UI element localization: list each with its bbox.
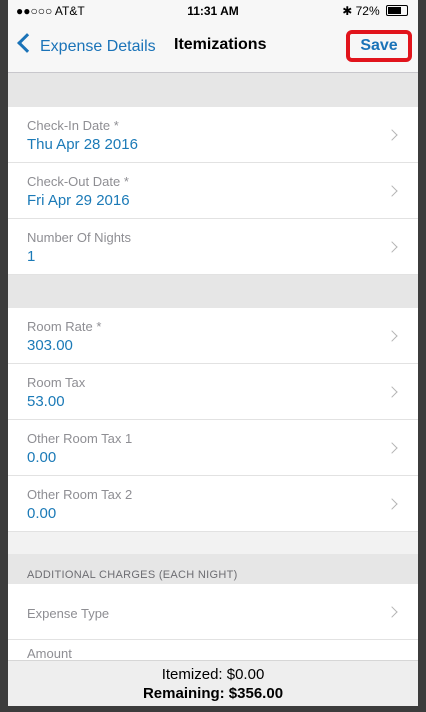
remaining-total: Remaining: $356.00 — [142, 685, 284, 702]
field-label: Room Rate * — [27, 319, 102, 334]
field-label: Check-In Date * — [27, 118, 119, 133]
chevron-right-icon — [386, 386, 398, 398]
battery-icon — [386, 5, 408, 16]
save-button[interactable]: Save — [346, 30, 412, 62]
chevron-right-icon — [386, 129, 398, 141]
field-row[interactable]: Other Room Tax 1 0.00 — [8, 420, 418, 476]
chevron-right-icon — [386, 241, 398, 253]
amount-label: Amount — [27, 646, 72, 661]
field-value: 53.00 — [27, 393, 65, 410]
section-header-label: ADDITIONAL CHARGES (EACH NIGHT) — [27, 569, 238, 581]
app-screen: ●●○○○ AT&T 11:31 AM ✱ 72% Expense Detail… — [8, 0, 418, 706]
field-label: Room Tax — [27, 375, 86, 390]
chevron-left-icon — [17, 33, 37, 53]
chevron-right-icon — [386, 442, 398, 454]
chevron-right-icon — [386, 185, 398, 197]
field-label: Other Room Tax 2 — [27, 487, 133, 502]
field-label: Other Room Tax 1 — [27, 431, 133, 446]
battery-percent: 72% — [355, 4, 380, 18]
itemized-total: Itemized: $0.00 — [161, 666, 265, 683]
field-value: Thu Apr 28 2016 — [27, 136, 138, 153]
field-row[interactable]: Room Tax 53.00 — [8, 364, 418, 420]
back-label: Expense Details — [40, 38, 156, 55]
chevron-right-icon — [386, 606, 398, 618]
bluetooth-icon: ✱ — [342, 4, 353, 18]
field-row[interactable]: Number Of Nights 1 — [8, 219, 418, 275]
back-button[interactable]: Expense Details — [17, 33, 156, 56]
field-label: Number Of Nights — [27, 230, 132, 245]
field-value: 0.00 — [27, 449, 57, 466]
expense-type-row[interactable]: Expense Type — [8, 584, 418, 640]
field-label: Check-Out Date * — [27, 174, 129, 189]
chevron-right-icon — [386, 330, 398, 342]
field-value: 303.00 — [27, 337, 73, 354]
field-value: 0.00 — [27, 505, 57, 522]
navigation-bar: Expense Details Itemizations Save — [8, 22, 418, 73]
field-value: Fri Apr 29 2016 — [27, 192, 130, 209]
battery-indicator: ✱ 72% — [342, 4, 408, 18]
additional-charges-header: ADDITIONAL CHARGES (EACH NIGHT) — [8, 554, 418, 584]
itemization-summary: Itemized: $0.00 Remaining: $356.00 — [8, 660, 418, 706]
field-value: 1 — [27, 248, 36, 265]
section-spacer — [8, 73, 418, 107]
expense-type-label: Expense Type — [27, 606, 110, 621]
chevron-right-icon — [386, 498, 398, 510]
field-row[interactable]: Check-Out Date * Fri Apr 29 2016 — [8, 163, 418, 219]
field-row[interactable]: Check-In Date * Thu Apr 28 2016 — [8, 107, 418, 163]
field-row[interactable]: Other Room Tax 2 0.00 — [8, 476, 418, 532]
status-bar: ●●○○○ AT&T 11:31 AM ✱ 72% — [8, 0, 418, 22]
field-row[interactable]: Room Rate * 303.00 — [8, 308, 418, 364]
section-spacer — [8, 275, 418, 308]
page-title: Itemizations — [174, 36, 267, 53]
